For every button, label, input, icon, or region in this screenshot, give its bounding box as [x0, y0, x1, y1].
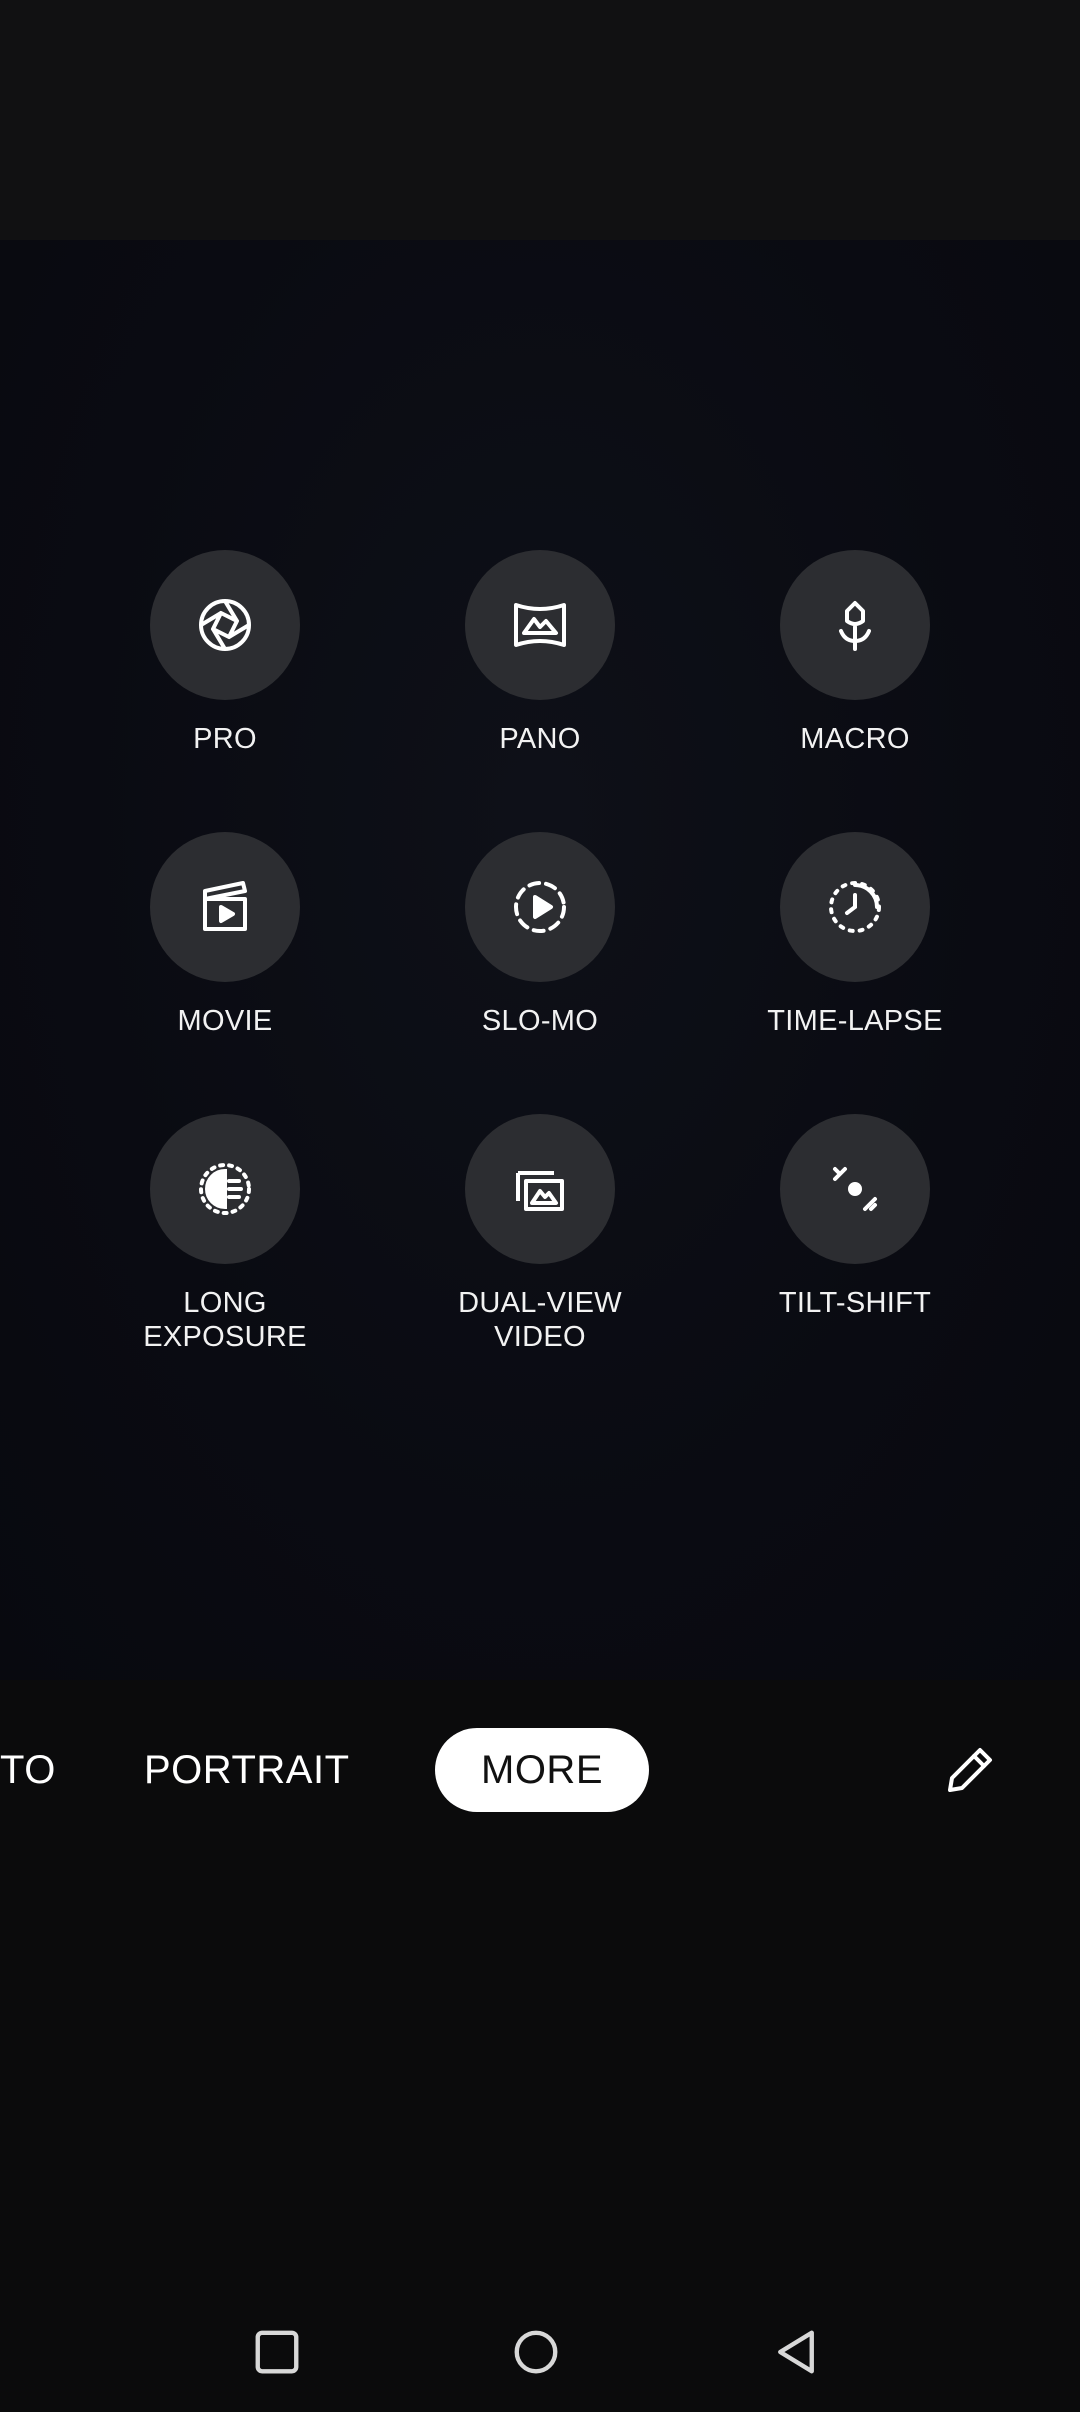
mode-tab-portrait[interactable]: PORTRAIT: [144, 1728, 350, 1812]
top-bar: [0, 0, 1080, 240]
mode-slo-mo[interactable]: SLO-MO: [390, 832, 690, 1038]
mode-tab-more[interactable]: MORE: [435, 1728, 649, 1812]
mode-slo-mo-button[interactable]: [465, 832, 615, 982]
tilt-shift-icon: [833, 1167, 877, 1211]
dual-view-icon: [516, 1171, 564, 1211]
square-icon: [255, 2330, 299, 2374]
viewfinder: PRO PANO MACRO MOVIE SLO-MO TIME-LAPSE L…: [0, 240, 1080, 1680]
mode-tilt-shift[interactable]: TILT-SHIFT: [705, 1114, 1005, 1320]
panorama-icon: [514, 603, 566, 647]
mode-dual-view-video-button[interactable]: [465, 1114, 615, 1264]
back-button[interactable]: [764, 2320, 828, 2384]
mode-macro-label: MACRO: [800, 723, 910, 755]
mode-time-lapse[interactable]: TIME-LAPSE: [705, 832, 1005, 1038]
mode-movie-label: MOVIE: [177, 1005, 273, 1037]
home-button[interactable]: [504, 2320, 568, 2384]
mode-time-lapse-button[interactable]: [780, 832, 930, 982]
mode-long-exposure-label: LONG EXPOSURE: [143, 1287, 307, 1353]
mode-tilt-shift-button[interactable]: [780, 1114, 930, 1264]
mode-pano-button[interactable]: [465, 550, 615, 700]
time-lapse-icon: [829, 881, 881, 933]
mode-long-exposure-button[interactable]: [150, 1114, 300, 1264]
mode-pro-label: PRO: [193, 723, 257, 755]
circle-icon: [514, 2330, 558, 2374]
recents-button[interactable]: [245, 2320, 309, 2384]
mode-pano-label: PANO: [499, 723, 581, 755]
slow-motion-icon: [514, 881, 566, 933]
mode-slo-mo-label: SLO-MO: [481, 1005, 599, 1037]
mode-tilt-shift-label: TILT-SHIFT: [778, 1287, 932, 1319]
triangle-back-icon: [778, 2330, 814, 2374]
clapperboard-icon: [203, 881, 247, 931]
long-exposure-icon: [199, 1163, 251, 1215]
mode-long-exposure[interactable]: LONG EXPOSURE: [75, 1114, 375, 1354]
mode-macro[interactable]: MACRO: [705, 550, 1005, 756]
mode-pro-button[interactable]: [150, 550, 300, 700]
mode-time-lapse-label: TIME-LAPSE: [767, 1005, 943, 1037]
pencil-icon: [948, 1748, 992, 1792]
mode-movie-button[interactable]: [150, 832, 300, 982]
mode-macro-button[interactable]: [780, 550, 930, 700]
mode-dual-view-video-label: DUAL-VIEW VIDEO: [458, 1287, 622, 1353]
more-modes-grid: PRO PANO MACRO MOVIE SLO-MO TIME-LAPSE L…: [0, 240, 1080, 1680]
edit-modes-button[interactable]: [940, 1740, 1000, 1800]
aperture-icon: [199, 599, 251, 651]
mode-movie[interactable]: MOVIE: [75, 832, 375, 1038]
mode-tab-photo[interactable]: TO: [0, 1728, 56, 1812]
mode-pro[interactable]: PRO: [75, 550, 375, 756]
flower-icon: [839, 601, 871, 651]
mode-pano[interactable]: PANO: [390, 550, 690, 756]
mode-dual-view-video[interactable]: DUAL-VIEW VIDEO: [390, 1114, 690, 1354]
